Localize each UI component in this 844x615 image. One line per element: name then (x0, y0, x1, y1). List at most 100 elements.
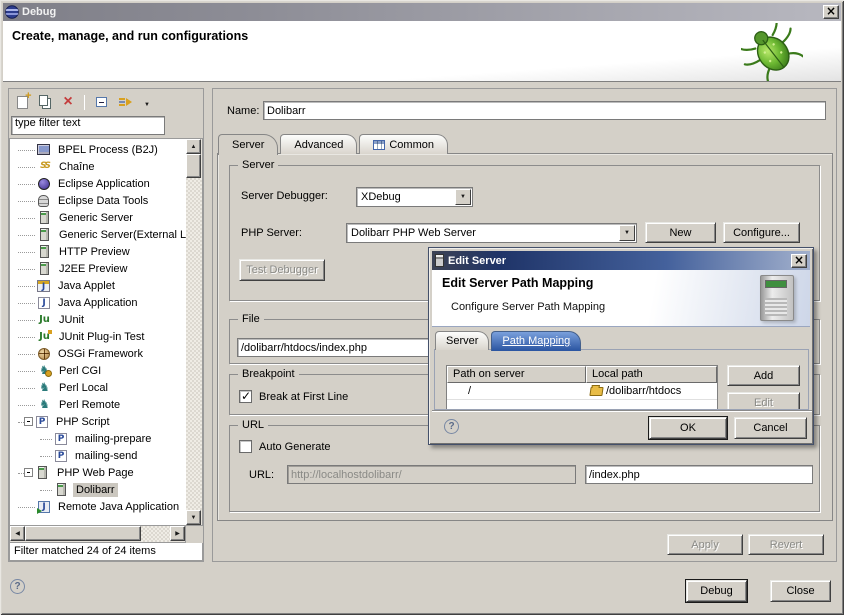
tree-item-osgi-framework[interactable]: OSGi Framework (10, 345, 186, 362)
add-mapping-button[interactable]: Add (727, 365, 800, 386)
apply-button[interactable]: Apply (667, 534, 743, 555)
revert-button[interactable]: Revert (748, 534, 824, 555)
configure-server-button[interactable]: Configure... (723, 222, 800, 243)
eclipse-icon (5, 5, 19, 19)
tab-server[interactable]: Server (218, 134, 278, 155)
php-script-icon: P (36, 416, 48, 428)
tree-vertical-scrollbar[interactable]: ▲ ▼ (186, 138, 203, 526)
config-tree[interactable]: BPEL Process (B2J)SSChaîneEclipse Applic… (9, 138, 186, 526)
perl-cgi-icon: ♞ (37, 364, 52, 378)
php-script-icon: P (55, 433, 67, 445)
url-group-title: URL (238, 419, 268, 431)
server-icon (40, 262, 49, 275)
scroll-up-icon[interactable]: ▲ (186, 139, 201, 154)
new-server-button[interactable]: New (645, 222, 716, 243)
server-debugger-label: Server Debugger: (241, 190, 328, 202)
dialog-close-button[interactable] (791, 254, 807, 268)
osgi-icon (38, 348, 50, 360)
horizontal-scroll-thumb[interactable] (25, 526, 141, 541)
tree-expander-icon[interactable] (24, 417, 33, 426)
perl-icon: ♞ (37, 398, 52, 412)
scroll-right-icon[interactable]: ▶ (170, 526, 185, 541)
scroll-left-icon[interactable]: ◀ (10, 526, 25, 541)
tree-item-j2ee-preview[interactable]: J2EE Preview (10, 260, 186, 277)
tree-item-eclipse-data-tools[interactable]: Eclipse Data Tools (10, 192, 186, 209)
junit-plugin-icon: Ju (37, 330, 52, 344)
tree-item-eclipse-application[interactable]: Eclipse Application (10, 175, 186, 192)
url-path-input[interactable]: /index.php (585, 465, 813, 484)
duplicate-icon[interactable] (36, 93, 54, 111)
ok-button[interactable]: OK (649, 417, 727, 439)
tree-item-generic-server[interactable]: Generic Server (10, 209, 186, 226)
tree-item-perl-cgi[interactable]: ♞Perl CGI (10, 362, 186, 379)
tree-item-php-script[interactable]: PPHP Script (10, 413, 186, 430)
tab-advanced[interactable]: Advanced (280, 134, 357, 154)
dropdown-arrow-icon[interactable] (138, 93, 156, 111)
tree-item-perl-remote[interactable]: ♞Perl Remote (10, 396, 186, 413)
php-web-icon (38, 466, 47, 479)
edit-mapping-button[interactable]: Edit (727, 392, 800, 410)
tree-item-bpel-process-b2j[interactable]: BPEL Process (B2J) (10, 141, 186, 158)
chevron-down-icon[interactable] (619, 225, 635, 241)
tree-item-mailing-send[interactable]: Pmailing-send (10, 447, 186, 464)
delete-icon[interactable] (59, 93, 77, 111)
tree-item-junit[interactable]: JuJUnit (10, 311, 186, 328)
dialog-footer: OK Cancel (432, 410, 812, 443)
remote-java-icon: J (38, 501, 50, 513)
cancel-button[interactable]: Cancel (734, 417, 807, 439)
window-close-button[interactable] (823, 5, 839, 19)
tree-expander-icon[interactable] (24, 468, 33, 477)
edit-server-tabs: Server Path Mapping (435, 329, 583, 350)
chevron-down-icon[interactable] (455, 189, 471, 205)
filter-input[interactable]: type filter text (11, 116, 165, 135)
auto-generate-checkbox[interactable] (239, 440, 252, 453)
eclipse-application-icon (38, 178, 50, 190)
banner-title: Create, manage, and run configurations (12, 29, 248, 43)
edit-server-dialog: Edit Server Edit Server Path Mapping Con… (428, 247, 814, 445)
dialog-tab-path-mapping[interactable]: Path Mapping (491, 331, 581, 351)
tree-horizontal-scrollbar[interactable]: ◀ ▶ (9, 526, 186, 543)
server-icon (435, 254, 444, 267)
break-first-line-checkbox[interactable] (239, 390, 252, 403)
tab-common[interactable]: Common (359, 134, 448, 154)
help-icon[interactable] (10, 579, 25, 594)
tree-item-cha-ne[interactable]: SSChaîne (10, 158, 186, 175)
path-mapping-row[interactable]: //dolibarr/htdocs (447, 383, 717, 399)
tree-item-dolibarr[interactable]: Dolibarr (10, 481, 186, 498)
server-group-title: Server (238, 159, 278, 171)
help-icon[interactable] (444, 419, 459, 434)
tree-item-java-applet[interactable]: JJava Applet (10, 277, 186, 294)
tree-item-mailing-prepare[interactable]: Pmailing-prepare (10, 430, 186, 447)
tree-item-remote-java-application[interactable]: JRemote Java Application (10, 498, 186, 515)
php-server-select[interactable]: Dolibarr PHP Web Server (346, 223, 637, 243)
folder-icon (589, 387, 603, 396)
server-debugger-select[interactable]: XDebug (356, 187, 473, 207)
dialog-tab-server[interactable]: Server (435, 331, 489, 350)
php-script-icon: P (55, 450, 67, 462)
collapse-all-icon[interactable] (92, 93, 110, 111)
tree-item-php-web-page[interactable]: PHP Web Page (10, 464, 186, 481)
test-debugger-button[interactable]: Test Debugger (239, 259, 325, 281)
vertical-scroll-thumb[interactable] (186, 154, 201, 178)
tree-item-java-application[interactable]: JJava Application (10, 294, 186, 311)
column-path-on-server[interactable]: Path on server (447, 366, 586, 383)
name-input[interactable]: Dolibarr (263, 101, 826, 120)
filter-icon[interactable] (115, 93, 133, 111)
debug-button[interactable]: Debug (686, 580, 747, 602)
new-launch-config-icon[interactable] (13, 93, 31, 111)
debug-configurations-window: Debug Create, manage, and run configurat… (0, 0, 844, 615)
php-web-icon (57, 483, 66, 496)
file-group-title: File (238, 313, 264, 325)
java-application-icon: J (38, 297, 50, 309)
close-button[interactable]: Close (770, 580, 831, 602)
tree-item-http-preview[interactable]: HTTP Preview (10, 243, 186, 260)
dialog-heading: Edit Server Path Mapping (442, 276, 593, 290)
scroll-down-icon[interactable]: ▼ (186, 510, 201, 525)
breakpoint-group-title: Breakpoint (238, 368, 299, 380)
tree-item-junit-plug-in-test[interactable]: JuJUnit Plug-in Test (10, 328, 186, 345)
tree-item-generic-server-external-la[interactable]: Generic Server(External La (10, 226, 186, 243)
name-label: Name: (227, 105, 259, 117)
dialog-subheading: Configure Server Path Mapping (451, 301, 605, 313)
tree-item-perl-local[interactable]: ♞Perl Local (10, 379, 186, 396)
column-local-path[interactable]: Local path (586, 366, 717, 383)
